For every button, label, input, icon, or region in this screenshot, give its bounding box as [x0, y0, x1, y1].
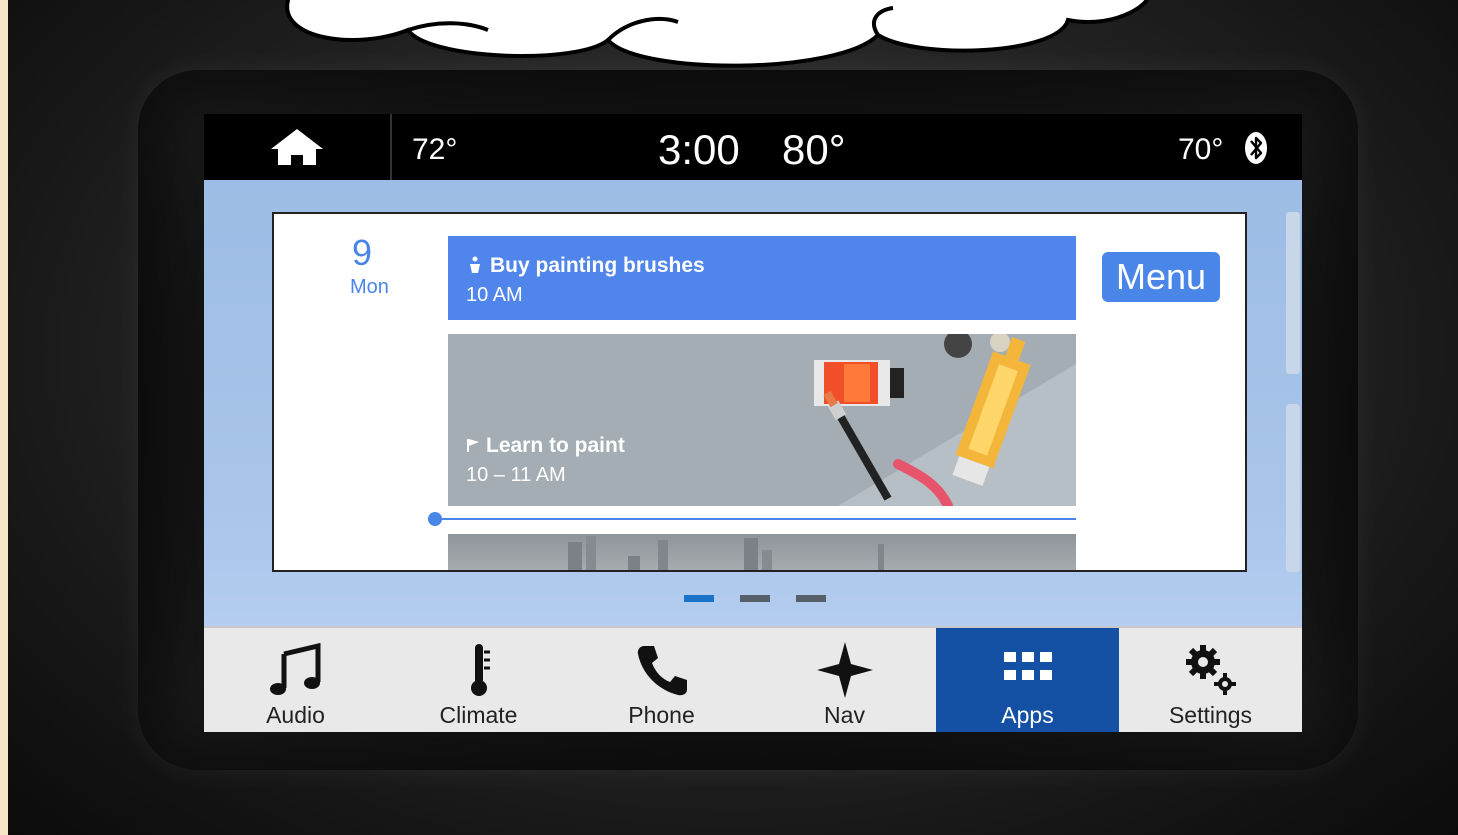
person-walk-icon	[470, 256, 480, 273]
dock-audio[interactable]: Audio	[204, 628, 387, 732]
event-next[interactable]	[448, 534, 1076, 570]
bottom-dock: Audio Climate Phone Nav Apps Settings	[204, 626, 1302, 732]
status-bar: 72° 3:00 80° 70°	[204, 114, 1302, 180]
event-buy-brushes[interactable]: Buy painting brushes 10 AM	[448, 236, 1076, 320]
outside-temp: 80°	[782, 126, 846, 173]
thought-cloud	[285, 0, 1150, 68]
thermometer-icon	[470, 644, 490, 696]
dock-nav[interactable]: Nav	[753, 628, 936, 732]
dock-label: Audio	[266, 702, 325, 728]
music-note-icon	[269, 642, 320, 695]
home-icon	[271, 129, 323, 165]
city-skyline-illustration	[568, 536, 884, 570]
passenger-temp[interactable]: 70°	[1178, 133, 1223, 167]
current-time-line	[434, 518, 1076, 520]
page-indicator	[684, 595, 834, 605]
dock-phone[interactable]: Phone	[570, 628, 753, 732]
driver-temp[interactable]: 72°	[412, 133, 457, 167]
dock-label: Apps	[1001, 702, 1054, 728]
scroll-segment[interactable]	[1286, 212, 1300, 374]
dashboard-bezel: 72° 3:00 80° 70° 9 Mon Buy painting brus	[8, 0, 1458, 835]
paint-supplies-illustration	[814, 334, 1076, 506]
scroll-segment[interactable]	[1286, 404, 1300, 572]
current-time-dot	[428, 512, 442, 526]
phone-icon	[637, 646, 687, 696]
event-title: Learn to paint	[466, 434, 625, 458]
dock-label: Settings	[1168, 702, 1253, 728]
dock-label: Nav	[824, 702, 865, 728]
home-button[interactable]	[204, 114, 392, 180]
event-time: 10 AM	[466, 284, 523, 306]
dock-apps[interactable]: Apps	[936, 628, 1119, 732]
gears-icon	[1185, 645, 1236, 695]
nav-star-icon	[816, 642, 873, 698]
content-area: 9 Mon Buy painting brushes 10 AM Learn t…	[204, 180, 1302, 626]
event-learn-to-paint[interactable]: Learn to paint 10 – 11 AM	[448, 334, 1076, 506]
menu-button[interactable]: Menu	[1102, 252, 1220, 302]
scrollbar[interactable]	[1286, 212, 1300, 572]
calendar-card: 9 Mon Buy painting brushes 10 AM Learn t…	[272, 212, 1247, 572]
day-number: 9	[352, 232, 373, 273]
infotainment-screen: 72° 3:00 80° 70° 9 Mon Buy painting brus	[204, 114, 1302, 732]
flag-icon	[467, 439, 479, 452]
dock-climate[interactable]: Climate	[387, 628, 570, 732]
dock-label: Climate	[439, 702, 518, 728]
clock: 3:00	[658, 126, 740, 173]
page-dot[interactable]	[740, 595, 770, 602]
page-dot-active[interactable]	[684, 595, 714, 602]
dock-settings[interactable]: Settings	[1119, 628, 1302, 732]
bluetooth-icon	[1245, 132, 1267, 164]
event-time: 10 – 11 AM	[466, 464, 566, 486]
dock-label: Phone	[628, 702, 695, 728]
apps-grid-icon	[1003, 652, 1052, 680]
page-dot[interactable]	[796, 595, 826, 602]
day-of-week: Mon	[350, 276, 389, 298]
event-title: Buy painting brushes	[466, 254, 705, 278]
